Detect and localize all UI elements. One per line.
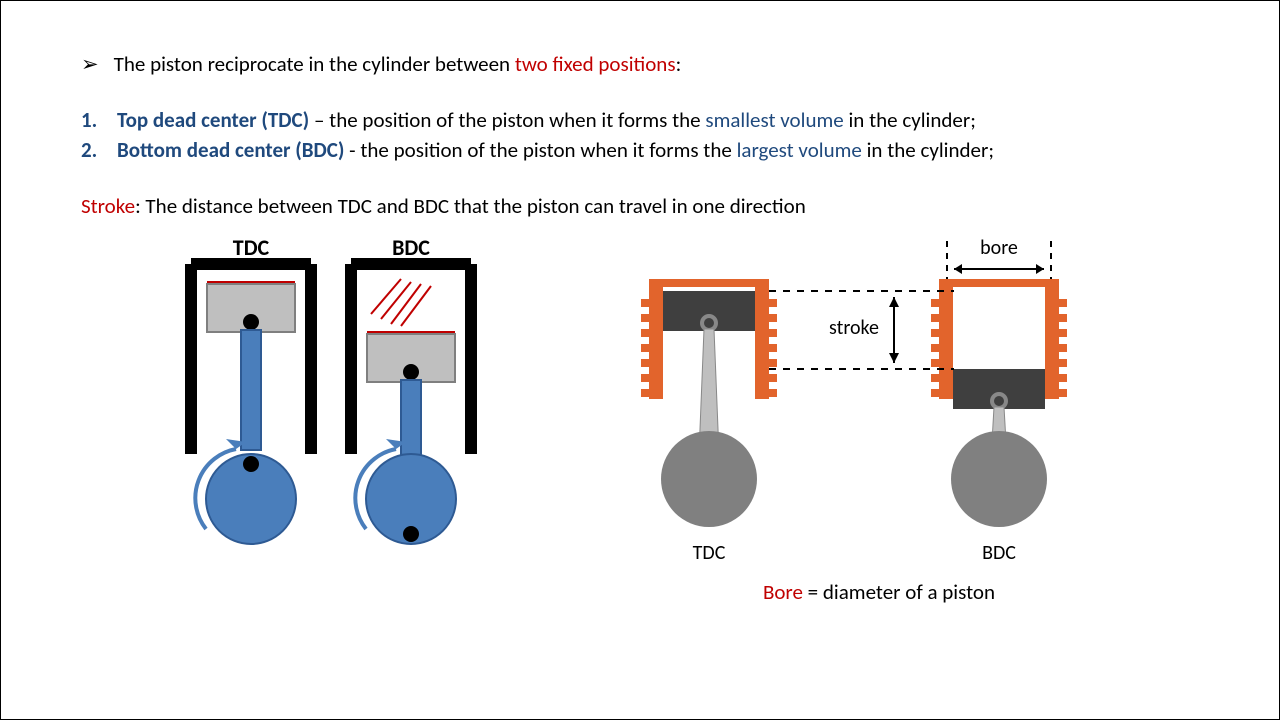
bdc-term: Bottom dead center (BDC) xyxy=(117,137,344,163)
left-tdc-label: TDC xyxy=(211,234,291,261)
bullet-text: The piston reciprocate in the cylinder b… xyxy=(114,51,682,77)
list-body-2: Bottom dead center (BDC) - the position … xyxy=(117,137,1199,163)
stroke-label: Stroke xyxy=(81,193,135,219)
list-item-bdc: 2. Bottom dead center (BDC) - the positi… xyxy=(81,137,1199,163)
bore-term: Bore xyxy=(763,579,803,605)
diagram-right: bore xyxy=(619,239,1139,569)
bullet-line: ➢ The piston reciprocate in the cylinder… xyxy=(81,51,1199,77)
tdc-tail: in the cylinder; xyxy=(844,107,976,133)
stroke-text: : The distance between TDC and BDC that … xyxy=(135,193,806,219)
left-bdc-label: BDC xyxy=(371,234,451,261)
bore-definition: Bore = diameter of a piston xyxy=(619,579,1139,605)
slide: ➢ The piston reciprocate in the cylinder… xyxy=(0,0,1280,720)
tdc-sep: – the position of the piston when it for… xyxy=(309,107,705,133)
list-num-2: 2. xyxy=(81,137,103,163)
bullet-suffix: : xyxy=(676,51,682,77)
list-body-1: Top dead center (TDC) – the position of … xyxy=(117,107,1199,133)
bore-label: bore xyxy=(980,239,1018,260)
bdc-highlight: largest volume xyxy=(737,137,862,163)
diagrams-row: TDC BDC xyxy=(81,239,1199,569)
diagram-left: TDC BDC xyxy=(181,239,561,559)
bullet-prefix: The piston reciprocate in the cylinder b… xyxy=(114,51,515,77)
list-item-tdc: 1. Top dead center (TDC) – the position … xyxy=(81,107,1199,133)
right-bdc-label: BDC xyxy=(982,541,1016,565)
bullet-highlight: two fixed positions xyxy=(515,51,676,77)
stroke-definition: Stroke: The distance between TDC and BDC… xyxy=(81,193,1199,219)
left-svg xyxy=(181,239,561,559)
bore-text: = diameter of a piston xyxy=(803,579,995,605)
bdc-sep: - the position of the piston when it for… xyxy=(344,137,736,163)
bullet-marker-icon: ➢ xyxy=(81,51,99,77)
stroke-mid-label: stroke xyxy=(829,316,879,340)
right-svg: bore xyxy=(619,239,1139,569)
tdc-highlight: smallest volume xyxy=(705,107,843,133)
right-tdc-label: TDC xyxy=(693,541,726,565)
bdc-tail: in the cylinder; xyxy=(862,137,994,163)
list-num-1: 1. xyxy=(81,107,103,133)
tdc-term: Top dead center (TDC) xyxy=(117,107,309,133)
